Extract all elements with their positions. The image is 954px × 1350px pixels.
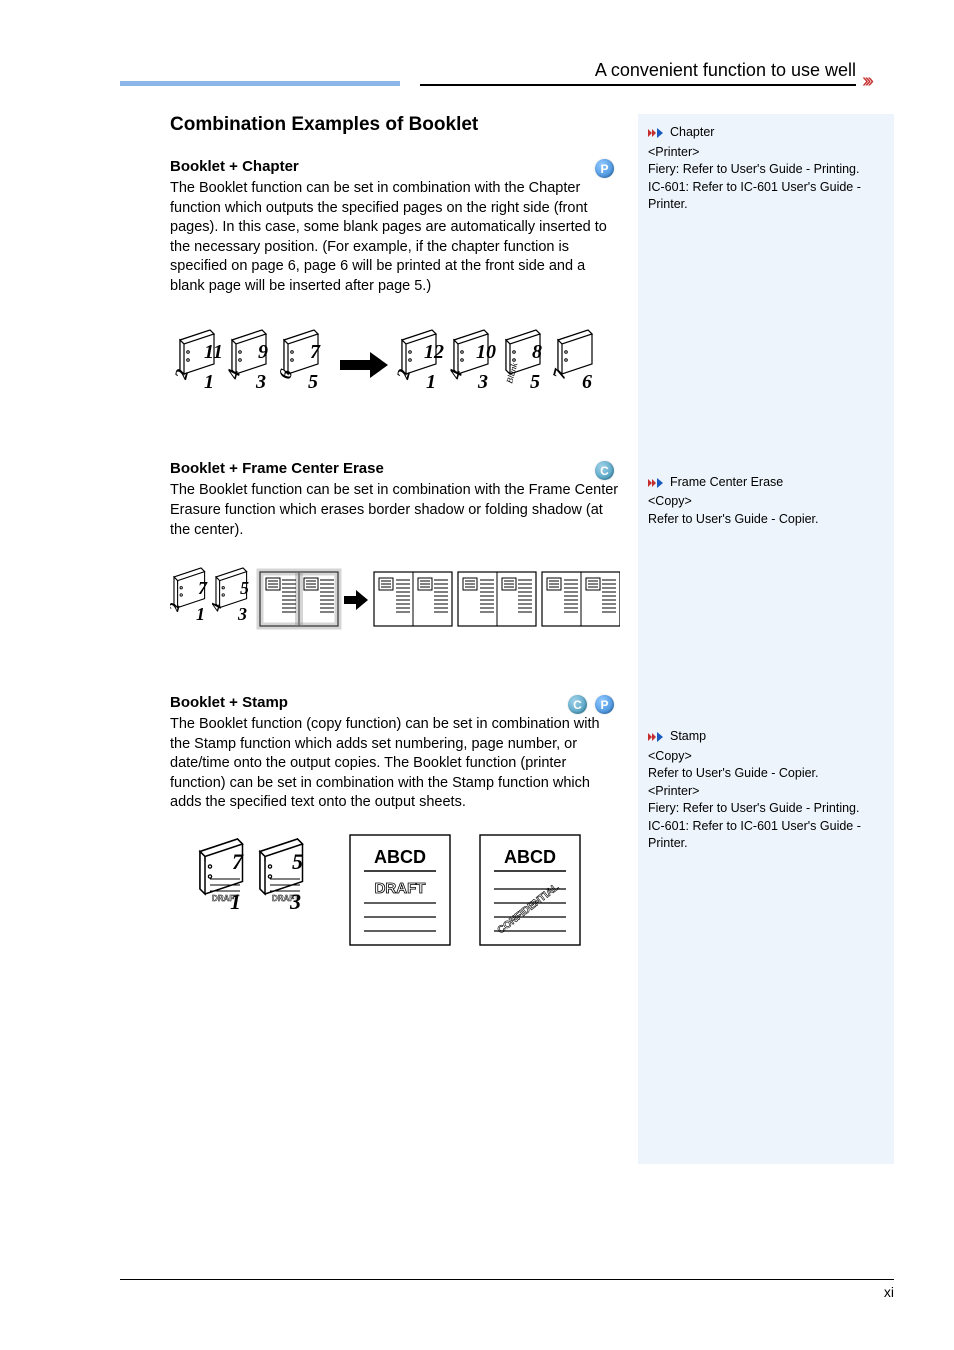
- subheading-row-frame: Booklet + Frame Center Erase C: [170, 460, 620, 481]
- header-title: A convenient function to use well: [595, 60, 856, 80]
- svg-text:5: 5: [240, 578, 249, 598]
- sidebar-chapter: Chapter <Printer> Fiery: Refer to User's…: [648, 124, 884, 214]
- printer-badge-icon: P: [595, 159, 614, 178]
- printer-badge-icon: P: [595, 695, 614, 714]
- sidebar-chapter-body: <Printer> Fiery: Refer to User's Guide -…: [648, 144, 884, 214]
- svg-text:6: 6: [582, 371, 592, 393]
- subheading-stamp: Booklet + Stamp: [170, 694, 288, 711]
- page-header: A convenient function to use well ›››: [120, 60, 894, 86]
- sidebar-stamp-body: <Copy> Refer to User's Guide - Copier. <…: [648, 748, 884, 853]
- sidebar-frame: Frame Center Erase <Copy> Refer to User'…: [648, 474, 884, 529]
- svg-text:3: 3: [477, 371, 488, 393]
- figure-booklet-stamp: 7 1 DRAFT 5 3 DRAFT: [170, 827, 620, 957]
- sidebar-frame-body: <Copy> Refer to User's Guide - Copier.: [648, 493, 884, 528]
- svg-text:7: 7: [310, 341, 321, 363]
- svg-text:10: 10: [476, 341, 496, 363]
- svg-text:3: 3: [255, 371, 266, 393]
- svg-text:7: 7: [198, 578, 208, 598]
- subheading-row-chapter: Booklet + Chapter P: [170, 158, 620, 179]
- page-number: xi: [884, 1284, 894, 1300]
- svg-text:1: 1: [204, 371, 214, 393]
- header-accent: [120, 81, 400, 86]
- link-arrow-icon: [648, 477, 664, 489]
- sidebar-stamp: Stamp <Copy> Refer to User's Guide - Cop…: [648, 728, 884, 853]
- svg-text:DRAFT: DRAFT: [272, 894, 299, 903]
- svg-text:1: 1: [196, 604, 205, 624]
- body-chapter: The Booklet function can be set in combi…: [170, 179, 620, 296]
- svg-text:5: 5: [308, 371, 318, 393]
- link-arrow-icon: [648, 731, 664, 743]
- body-stamp: The Booklet function (copy function) can…: [170, 715, 620, 813]
- sidebar-chapter-title: Chapter: [670, 124, 714, 142]
- svg-text:1: 1: [426, 371, 436, 393]
- sidebar-frame-title: Frame Center Erase: [670, 474, 783, 492]
- sidebar: Chapter <Printer> Fiery: Refer to User's…: [638, 114, 894, 1164]
- svg-text:DRAFT: DRAFT: [212, 894, 239, 903]
- header-title-wrap: A convenient function to use well: [420, 60, 856, 86]
- main-content: Combination Examples of Booklet Booklet …: [120, 114, 620, 1164]
- body-frame: The Booklet function can be set in combi…: [170, 481, 620, 540]
- subheading-chapter: Booklet + Chapter: [170, 158, 299, 175]
- copier-badge-icon: C: [595, 461, 614, 480]
- figure-booklet-chapter: 11 1 2 9 3 4 7 5 6: [170, 310, 620, 420]
- svg-text:3: 3: [237, 604, 247, 624]
- svg-text:11: 11: [204, 341, 223, 363]
- svg-text:5: 5: [292, 849, 303, 874]
- svg-text:ABCD: ABCD: [504, 847, 556, 867]
- svg-text:DRAFT: DRAFT: [375, 880, 426, 897]
- page-footer: xi: [120, 1279, 894, 1300]
- svg-text:8: 8: [532, 341, 542, 363]
- svg-text:ABCD: ABCD: [374, 847, 426, 867]
- section-title: Combination Examples of Booklet: [170, 114, 620, 136]
- svg-text:7: 7: [232, 849, 244, 874]
- subheading-frame: Booklet + Frame Center Erase: [170, 460, 384, 477]
- svg-text:12: 12: [424, 341, 444, 363]
- copier-badge-icon: C: [568, 695, 587, 714]
- svg-text:5: 5: [530, 371, 540, 393]
- chevron-right-icon: ›››: [862, 70, 894, 88]
- link-arrow-icon: [648, 127, 664, 139]
- svg-text:9: 9: [258, 341, 268, 363]
- subheading-row-stamp: Booklet + Stamp C P: [170, 694, 620, 715]
- sidebar-stamp-title: Stamp: [670, 728, 706, 746]
- figure-booklet-frame-erase: 7 1 2 5 3 4: [170, 554, 620, 654]
